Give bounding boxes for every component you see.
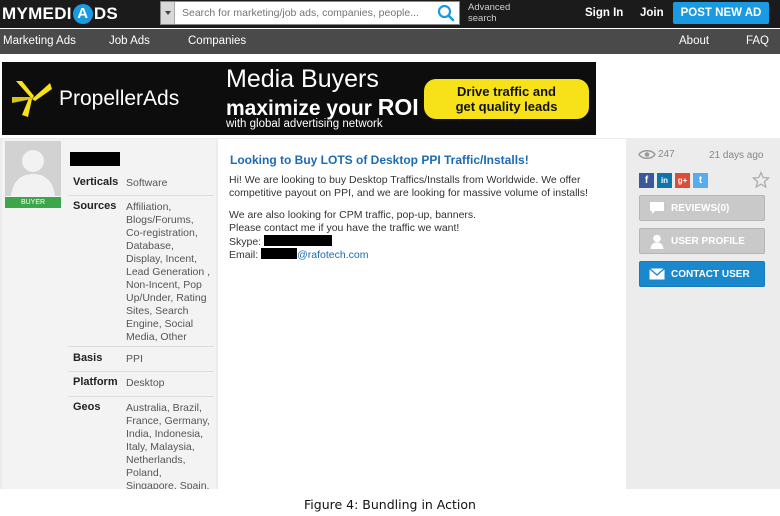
banner-tagline: maximize your ROI [226,94,419,121]
chevron-down-icon [164,11,171,15]
sign-in-link[interactable]: Sign In [585,7,623,19]
avatar[interactable] [5,141,61,196]
envelope-icon [646,268,668,280]
verticals-value: Software [126,177,168,189]
site-logo[interactable]: MYMEDI A DS [2,3,118,25]
propellerads-banner[interactable]: PropellerAds Media Buyers maximize your … [2,62,596,135]
search-input[interactable] [175,2,433,24]
ad-sidebar: 247 21 days ago f in g+ t REVIEWS(0) USE… [628,139,778,489]
nav-about[interactable]: About [679,35,709,47]
platform-label: Platform [73,376,118,388]
view-count-value: 247 [658,149,675,160]
logo-circle-letter: A [72,4,93,24]
banner-tagline-text: maximize your [226,97,378,120]
nav-job-ads[interactable]: Job Ads [109,35,150,47]
banner-subline: with global advertising network [226,118,383,130]
geos-label: Geos [73,401,101,413]
favorite-star-icon[interactable] [752,171,770,189]
logo-text-start: MYMEDI [2,4,72,23]
search-icon [437,4,455,22]
divider [68,396,214,397]
redacted-email-user [261,248,298,259]
share-buttons: f in g+ t [639,173,708,188]
geos-clip: Australia, Brazil, France, Germany, Indi… [126,402,214,489]
email-label: Email: [229,249,259,261]
nav-faq[interactable]: FAQ [746,35,769,47]
banner-tagline-roi: ROI [377,94,419,120]
main-nav: Marketing Ads Job Ads Companies About FA… [0,29,780,54]
posted-time: 21 days ago [709,150,764,161]
verticals-label: Verticals [73,176,119,188]
ad-paragraph-line: We are also looking for CPM traffic, pop… [229,209,477,221]
banner-brand: PropellerAds [59,87,180,110]
ad-paragraph-line: Please contact me if you have the traffi… [229,222,460,234]
contact-user-button[interactable]: CONTACT USER [639,261,765,287]
reviews-label: REVIEWS(0) [671,202,730,214]
redacted-skype [264,235,333,246]
user-profile-label: USER PROFILE [671,235,745,247]
email-line: Email: @rafotech.com [229,248,621,262]
skype-label: Skype: [229,236,262,248]
twitter-icon[interactable]: t [693,173,708,188]
ad-paragraph: Hi! We are looking to buy Desktop Traffi… [229,174,588,199]
nav-marketing-ads[interactable]: Marketing Ads [3,35,76,47]
user-icon [646,234,668,249]
contact-user-label: CONTACT USER [671,268,750,280]
advanced-search-link[interactable]: Advanced search [468,2,528,24]
user-profile-button[interactable]: USER PROFILE [639,228,765,254]
linkedin-icon[interactable]: in [657,173,672,188]
search-bar [160,1,460,25]
buyer-badge: BUYER [5,197,61,208]
redacted-name [70,152,120,166]
email-domain[interactable]: @rafotech.com [297,249,368,261]
view-count: 247 [638,149,675,160]
divider [68,195,214,196]
figure-caption: Figure 4: Bundling in Action [304,497,476,512]
join-link[interactable]: Join [640,7,664,19]
reviews-button[interactable]: REVIEWS(0) [639,195,765,221]
divider [68,371,214,372]
ad-title[interactable]: Looking to Buy LOTS of Desktop PPI Traff… [230,153,529,167]
search-button[interactable] [433,2,459,24]
banner-cta[interactable]: Drive traffic and get quality leads [424,79,589,119]
platform-value: Desktop [126,377,165,389]
basis-value: PPI [126,353,143,365]
search-category-dropdown[interactable] [161,2,175,24]
sources-value: Affiliation, Blogs/Forums, Co-registrati… [126,201,211,343]
banner-cta-line1: Drive traffic and [457,84,556,99]
nav-companies[interactable]: Companies [188,35,246,47]
eye-icon [638,150,656,159]
divider [68,346,214,347]
google-plus-icon[interactable]: g+ [675,173,690,188]
ad-detail: Looking to Buy LOTS of Desktop PPI Traff… [218,139,626,489]
geos-value: Australia, Brazil, France, Germany, Indi… [126,402,210,489]
skype-line: Skype: [229,235,621,249]
speech-bubble-icon [646,201,668,215]
propeller-logo-icon [12,81,52,117]
top-bar: MYMEDIADS Advanced search Sign In Join P… [0,0,780,28]
post-new-ad-button[interactable]: POST NEW AD [673,2,769,24]
banner-headline: Media Buyers [226,65,379,93]
logo-text-end: DS [93,4,119,23]
user-silhouette-icon [11,150,55,196]
basis-label: Basis [73,352,103,364]
banner-cta-line2: get quality leads [455,99,558,114]
facebook-icon[interactable]: f [639,173,654,188]
sources-label: Sources [73,200,117,212]
